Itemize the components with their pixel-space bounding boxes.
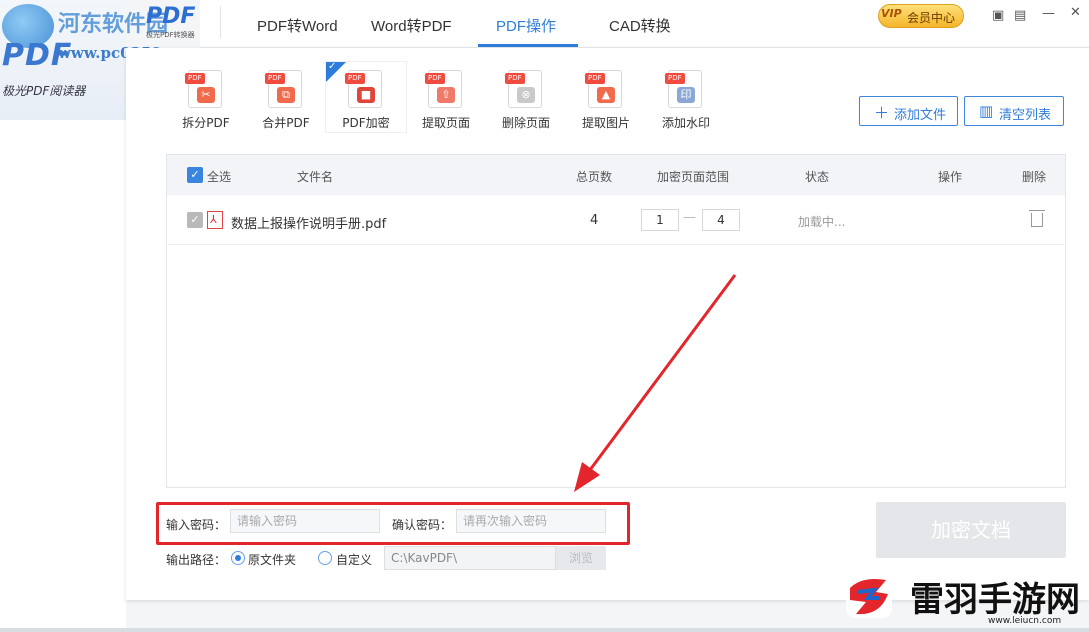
tool-split-pdf[interactable]: PDF ✂ 拆分PDF bbox=[166, 62, 246, 132]
row-filename: 数据上报操作说明手册.pdf bbox=[231, 217, 387, 232]
tool-pdf-encrypt[interactable]: ✓ PDF ■ PDF加密 bbox=[326, 61, 406, 132]
footer-brand-url: www.leiucn.com bbox=[988, 616, 1062, 626]
output-path-field[interactable]: C:\KavPDF\ bbox=[384, 546, 556, 570]
check-icon: ✓ bbox=[328, 61, 337, 72]
encrypt-document-button[interactable]: 加密文档 bbox=[876, 502, 1066, 558]
brand-subtitle: 极光PDF转换器 bbox=[146, 31, 195, 39]
header-filename: 文件名 bbox=[297, 170, 334, 184]
radio-custom[interactable] bbox=[318, 551, 332, 565]
plus-icon: ＋ bbox=[874, 104, 890, 122]
merge-pdf-icon: PDF ⧉ bbox=[265, 70, 302, 108]
header-total-pages: 总页数 bbox=[576, 170, 613, 184]
confirm-password-label: 确认密码： bbox=[392, 518, 453, 532]
tool-delete-pages[interactable]: PDF ⊗ 删除页面 bbox=[486, 62, 566, 132]
watermark-icon: PDF 印 bbox=[665, 70, 702, 108]
vip-center-label: 会员中心 bbox=[907, 11, 956, 25]
left-background: PDF 极光PDF阅读器 河东软件园 www.pc0359.cn bbox=[0, 0, 187, 632]
split-pdf-icon: PDF ✂ bbox=[185, 70, 222, 108]
tool-label: 删除页面 bbox=[501, 116, 550, 130]
tool-label: PDF加密 bbox=[342, 116, 390, 130]
message-icon[interactable]: ▤ bbox=[1014, 8, 1026, 23]
minimize-icon[interactable]: — bbox=[1042, 6, 1055, 21]
add-file-button[interactable]: ＋ 添加文件 bbox=[859, 96, 958, 126]
password-input[interactable]: 请输入密码 bbox=[230, 509, 380, 533]
enter-password-label: 输入密码： bbox=[166, 518, 227, 532]
tab-cad-convert[interactable]: CAD转换 bbox=[609, 15, 671, 36]
tool-label: 合并PDF bbox=[262, 116, 310, 130]
tool-merge-pdf[interactable]: PDF ⧉ 合并PDF bbox=[246, 62, 326, 132]
header-action: 操作 bbox=[938, 170, 963, 184]
divider bbox=[220, 6, 221, 38]
tool-label: 拆分PDF bbox=[182, 116, 230, 130]
range-from-input[interactable]: 1 bbox=[641, 209, 679, 231]
image-icon: PDF ▲ bbox=[585, 70, 622, 108]
lock-icon: PDF ■ bbox=[345, 70, 382, 108]
bottom-edge bbox=[0, 628, 1089, 632]
tool-extract-pages[interactable]: PDF ⇧ 提取页面 bbox=[406, 62, 486, 132]
active-tab-indicator bbox=[478, 44, 578, 47]
footer-brand-name: 雷羽手游网 bbox=[910, 580, 1080, 620]
range-dash: — bbox=[683, 210, 696, 225]
tool-label: 提取页面 bbox=[421, 116, 470, 130]
tool-label: 添加水印 bbox=[661, 116, 710, 130]
row-status: 加载中... bbox=[798, 215, 846, 229]
table-row: ✓ ⅄ 数据上报操作说明手册.pdf 4 1 — 4 加载中... bbox=[167, 195, 1065, 245]
extract-page-icon: PDF ⇧ bbox=[425, 70, 462, 108]
row-total-pages: 4 bbox=[590, 213, 599, 228]
radio-source-folder[interactable] bbox=[231, 551, 245, 565]
top-nav-bar: PDF转Word Word转PDF PDF操作 CAD转换 VIP 会员中心 ▣… bbox=[200, 0, 1089, 48]
clear-list-button[interactable]: ▥ 清空列表 bbox=[964, 96, 1064, 126]
range-to-input[interactable]: 4 bbox=[702, 209, 740, 231]
confirm-password-input[interactable]: 请再次输入密码 bbox=[456, 509, 606, 533]
tool-extract-images[interactable]: PDF ▲ 提取图片 bbox=[566, 62, 646, 132]
vip-crown-icon: VIP bbox=[881, 7, 902, 20]
header-status: 状态 bbox=[805, 170, 830, 184]
delete-page-icon: PDF ⊗ bbox=[505, 70, 542, 108]
tab-word-to-pdf[interactable]: Word转PDF bbox=[371, 15, 452, 36]
tab-pdf-operations[interactable]: PDF操作 bbox=[496, 15, 556, 36]
clear-list-label: 清空列表 bbox=[999, 108, 1052, 123]
header-delete: 删除 bbox=[1022, 170, 1047, 184]
tool-add-watermark[interactable]: PDF 印 添加水印 bbox=[646, 62, 726, 132]
leiyu-logo-icon bbox=[846, 576, 892, 618]
monitor-icon[interactable]: ▣ bbox=[992, 8, 1004, 23]
select-all-checkbox[interactable]: ✓ bbox=[187, 167, 203, 183]
close-icon[interactable]: ✕ bbox=[1070, 5, 1081, 20]
output-path-label: 输出路径： bbox=[166, 553, 227, 567]
header-select-all[interactable]: 全选 bbox=[207, 168, 231, 185]
brand-logo: PDF bbox=[146, 4, 196, 29]
app-window: PDF 极光PDF阅读器 河东软件园 www.pc0359.cn PDF 极光P… bbox=[0, 0, 1089, 632]
table-header: ✓ 全选 文件名 总页数 加密页面范围 状态 操作 删除 bbox=[167, 155, 1065, 195]
radio-custom-label[interactable]: 自定义 bbox=[336, 551, 372, 568]
app-subtitle: 极光PDF阅读器 bbox=[2, 84, 86, 98]
tab-pdf-to-word[interactable]: PDF转Word bbox=[257, 15, 338, 36]
delete-row-icon[interactable] bbox=[1029, 210, 1045, 227]
row-checkbox[interactable]: ✓ bbox=[187, 212, 203, 228]
add-file-label: 添加文件 bbox=[894, 108, 947, 123]
trash-icon: ▥ bbox=[979, 102, 994, 120]
header-page-range: 加密页面范围 bbox=[657, 170, 730, 184]
radio-source-folder-label[interactable]: 原文件夹 bbox=[248, 551, 296, 568]
vip-center-button[interactable]: VIP 会员中心 bbox=[878, 4, 964, 28]
footer-watermark: 雷羽手游网 www.leiucn.com bbox=[840, 568, 1089, 632]
annotation-arrow bbox=[574, 274, 737, 492]
tool-label: 提取图片 bbox=[581, 116, 630, 130]
browse-button[interactable]: 浏览 bbox=[556, 546, 606, 570]
pdf-file-icon: ⅄ bbox=[207, 211, 223, 229]
